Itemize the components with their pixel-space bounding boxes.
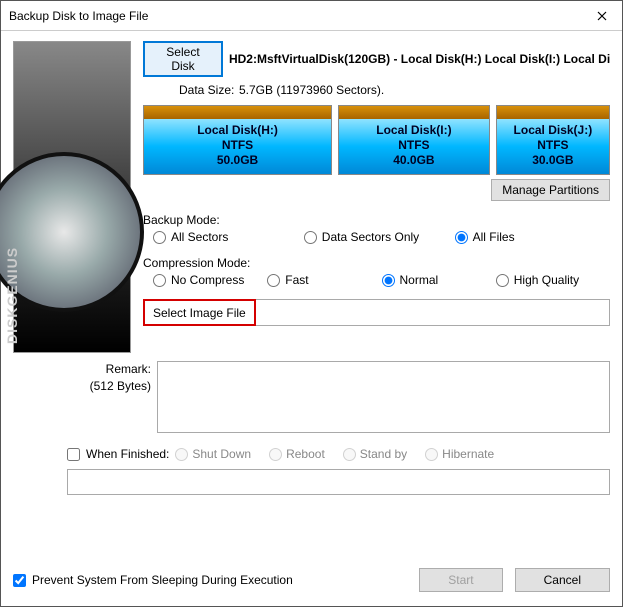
radio-hibernate[interactable]: Hibernate (425, 447, 494, 461)
radio-reboot[interactable]: Reboot (269, 447, 325, 461)
compression-mode-label: Compression Mode: (143, 256, 610, 270)
titlebar: Backup Disk to Image File (1, 1, 622, 31)
select-disk-button[interactable]: Select Disk (143, 41, 223, 77)
start-button[interactable]: Start (419, 568, 502, 592)
partition-h[interactable]: Local Disk(H:) NTFS 50.0GB (143, 105, 332, 175)
dialog-backup-disk: Backup Disk to Image File DISKGENIUS Sel… (0, 0, 623, 607)
image-file-path-input[interactable] (256, 299, 610, 326)
select-image-file-button[interactable]: Select Image File (143, 299, 256, 326)
selected-disk-label: HD2:MsftVirtualDisk(120GB) - Local Disk(… (229, 52, 610, 66)
backup-mode-group: All Sectors Data Sectors Only All Files (143, 230, 610, 244)
radio-shutdown[interactable]: Shut Down (175, 447, 251, 461)
data-size-label: Data Size: (179, 83, 239, 97)
radio-all-files[interactable]: All Files (455, 230, 606, 244)
compression-mode-group: No Compress Fast Normal High Quality (143, 273, 610, 287)
partition-j[interactable]: Local Disk(J:) NTFS 30.0GB (496, 105, 610, 175)
remark-textarea[interactable] (157, 361, 610, 433)
backup-mode-label: Backup Mode: (143, 213, 610, 227)
radio-all-sectors[interactable]: All Sectors (153, 230, 304, 244)
close-button[interactable] (582, 1, 622, 31)
window-title: Backup Disk to Image File (9, 9, 148, 23)
manage-partitions-button[interactable]: Manage Partitions (491, 179, 610, 201)
partition-i[interactable]: Local Disk(I:) NTFS 40.0GB (338, 105, 490, 175)
when-finished-checkbox[interactable]: When Finished: (67, 447, 169, 461)
partition-map: Local Disk(H:) NTFS 50.0GB Local Disk(I:… (143, 105, 610, 175)
remark-sublabel: (512 Bytes) (67, 378, 151, 395)
disk-illustration: DISKGENIUS (13, 41, 131, 353)
radio-no-compress[interactable]: No Compress (153, 273, 267, 287)
radio-high-quality[interactable]: High Quality (496, 273, 610, 287)
remark-label: Remark: (67, 361, 151, 378)
data-size-value: 5.7GB (11973960 Sectors). (239, 83, 384, 97)
radio-normal[interactable]: Normal (382, 273, 496, 287)
radio-standby[interactable]: Stand by (343, 447, 407, 461)
cancel-button[interactable]: Cancel (515, 568, 610, 592)
prevent-sleep-checkbox[interactable]: Prevent System From Sleeping During Exec… (13, 573, 293, 587)
brand-label: DISKGENIUS (4, 247, 20, 344)
when-finished-command-input[interactable] (67, 469, 610, 495)
radio-data-sectors[interactable]: Data Sectors Only (304, 230, 455, 244)
radio-fast[interactable]: Fast (267, 273, 381, 287)
close-icon (597, 11, 607, 21)
